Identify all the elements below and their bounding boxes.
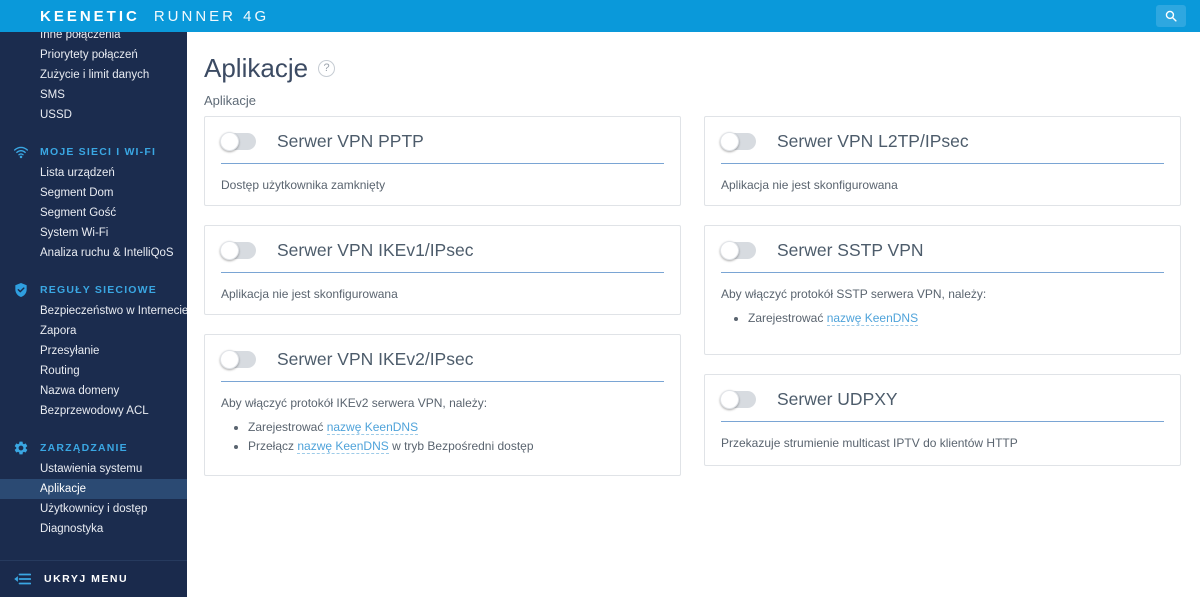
wifi-icon	[13, 144, 29, 160]
sidebar-item-ussd[interactable]: USSD	[0, 105, 187, 125]
help-icon[interactable]: ?	[318, 59, 336, 77]
card-header: Serwer SSTP VPN	[720, 240, 1164, 273]
sidebar-item-segment-dom[interactable]: Segment Dom	[0, 183, 187, 203]
card-description: Aplikacja nie jest skonfigurowana	[221, 287, 398, 301]
card-serwer-vpn-ikev1: Serwer VPN IKEv1/IPsec Aplikacja nie jes…	[204, 225, 681, 315]
hide-menu-button[interactable]: UKRYJ MENU	[0, 560, 187, 597]
card-serwer-sstp-vpn: Serwer SSTP VPN Aby włączyć protokół SST…	[704, 225, 1181, 355]
toggle-knob	[220, 241, 239, 260]
sidebar-section-zarzadzanie: ZARZĄDZANIE	[0, 437, 187, 459]
sidebar-item-inne-polaczenia[interactable]: Inne połączenia	[0, 32, 187, 45]
sidebar-item-analiza-ruchu[interactable]: Analiza ruchu & IntelliQoS	[0, 243, 187, 263]
sidebar-item-zuzycie-i-limit-danych[interactable]: Zużycie i limit danych	[0, 65, 187, 85]
cards-column-right: Serwer VPN L2TP/IPsec Aplikacja nie jest…	[704, 116, 1181, 476]
sidebar-item-routing[interactable]: Routing	[0, 361, 187, 381]
sidebar-section-label: MOJE SIECI I WI-FI	[40, 146, 157, 158]
card-description: Aplikacja nie jest skonfigurowana	[721, 178, 898, 192]
sidebar-item-zapora[interactable]: Zapora	[0, 321, 187, 341]
topbar: KEENETIC RUNNER 4G	[0, 0, 1200, 32]
card-serwer-udpxy: Serwer UDPXY Przekazuje strumienie multi…	[704, 374, 1181, 466]
card-title: Serwer VPN IKEv1/IPsec	[277, 240, 474, 260]
card-serwer-vpn-pptp: Serwer VPN PPTP Dostęp użytkownika zamkn…	[204, 116, 681, 206]
card-description: Przekazuje strumienie multicast IPTV do …	[721, 436, 1018, 450]
sidebar-item-segment-gosc[interactable]: Segment Gość	[0, 203, 187, 223]
card-intro: Aby włączyć protokół SSTP serwera VPN, n…	[721, 287, 987, 301]
sidebar-item-system-wifi[interactable]: System Wi-Fi	[0, 223, 187, 243]
list-item-text: Przełącz	[248, 439, 298, 453]
sidebar-nav: Inne połączenia Priorytety połączeń Zuży…	[0, 32, 187, 560]
toggle-knob	[220, 350, 239, 369]
card-title: Serwer VPN L2TP/IPsec	[777, 131, 969, 151]
card-title: Serwer VPN IKEv2/IPsec	[277, 349, 474, 369]
page-head: Aplikacje ?	[204, 52, 1181, 84]
cards-grid: Serwer VPN PPTP Dostęp użytkownika zamkn…	[204, 116, 1181, 476]
keendns-link[interactable]: nazwę KeenDNS	[326, 420, 419, 435]
toggle-switch-pptp[interactable]	[220, 132, 256, 151]
toggle-switch-sstp[interactable]	[720, 241, 756, 260]
card-description: Dostęp użytkownika zamknięty	[221, 178, 386, 192]
sidebar-item-przesylanie[interactable]: Przesyłanie	[0, 341, 187, 361]
card-requirements-list: Zarejestrować nazwę KeenDNS Przełącz naz…	[221, 418, 664, 456]
search-button[interactable]	[1156, 5, 1186, 27]
sidebar-item-diagnostyka[interactable]: Diagnostyka	[0, 519, 187, 539]
card-requirements-list: Zarejestrować nazwę KeenDNS	[721, 309, 1164, 328]
gear-icon	[13, 440, 29, 456]
sidebar-section-label: REGUŁY SIECIOWE	[40, 284, 157, 296]
cards-column-left: Serwer VPN PPTP Dostęp użytkownika zamkn…	[204, 116, 681, 476]
sidebar: Inne połączenia Priorytety połączeń Zuży…	[0, 32, 187, 597]
main-content: Aplikacje ? Aplikacje Serwer VPN PPTP Do…	[187, 32, 1200, 597]
sidebar-item-lista-urzadzen[interactable]: Lista urządzeń	[0, 163, 187, 183]
card-title: Serwer SSTP VPN	[777, 240, 924, 260]
list-item: Przełącz nazwę KeenDNS w tryb Bezpośredn…	[248, 437, 664, 456]
keendns-link[interactable]: nazwę KeenDNS	[826, 311, 919, 326]
page-title: Aplikacje	[204, 53, 309, 83]
sidebar-item-bezprzewodowy-acl[interactable]: Bezprzewodowy ACL	[0, 401, 187, 421]
sidebar-item-uzytkownicy-i-dostep[interactable]: Użytkownicy i dostęp	[0, 499, 187, 519]
sidebar-section-label: ZARZĄDZANIE	[40, 442, 128, 454]
toggle-switch-ikev2[interactable]	[220, 350, 256, 369]
list-item: Zarejestrować nazwę KeenDNS	[748, 309, 1164, 328]
toggle-switch-udpxy[interactable]	[720, 390, 756, 409]
brand-keenetic: KEENETIC	[40, 7, 140, 25]
collapse-menu-icon	[13, 572, 31, 586]
list-item-text: Zarejestrować	[248, 420, 327, 434]
brand-model: RUNNER 4G	[153, 7, 270, 25]
toggle-knob	[720, 390, 739, 409]
toggle-knob	[720, 132, 739, 151]
card-title: Serwer VPN PPTP	[277, 131, 424, 151]
sidebar-item-sms[interactable]: SMS	[0, 85, 187, 105]
breadcrumb: Aplikacje	[204, 93, 257, 108]
sidebar-item-ustawienia-systemu[interactable]: Ustawienia systemu	[0, 459, 187, 479]
toggle-knob	[720, 241, 739, 260]
list-item-text: Zarejestrować	[748, 311, 827, 325]
sidebar-item-nazwa-domeny[interactable]: Nazwa domeny	[0, 381, 187, 401]
sidebar-item-priorytety-polaczen[interactable]: Priorytety połączeń	[0, 45, 187, 65]
search-icon	[1165, 10, 1177, 22]
list-item-text: w tryb Bezpośredni dostęp	[388, 439, 534, 453]
card-serwer-vpn-ikev2: Serwer VPN IKEv2/IPsec Aby włączyć proto…	[204, 334, 681, 476]
toggle-switch-ikev1[interactable]	[220, 241, 256, 260]
toggle-switch-l2tp[interactable]	[720, 132, 756, 151]
hide-menu-label: UKRYJ MENU	[44, 573, 129, 585]
toggle-knob	[220, 132, 239, 151]
card-title: Serwer UDPXY	[777, 389, 898, 409]
sidebar-item-aplikacje[interactable]: Aplikacje	[0, 479, 187, 499]
brand-logo: KEENETIC RUNNER 4G	[40, 8, 269, 25]
card-header: Serwer VPN IKEv1/IPsec	[220, 240, 664, 273]
list-item: Zarejestrować nazwę KeenDNS	[248, 418, 664, 437]
sidebar-item-bezpieczenstwo[interactable]: Bezpieczeństwo w Internecie	[0, 301, 187, 321]
shield-icon	[13, 282, 29, 298]
card-intro: Aby włączyć protokół IKEv2 serwera VPN, …	[221, 396, 488, 410]
card-header: Serwer VPN IKEv2/IPsec	[220, 349, 664, 382]
sidebar-section-moje-sieci: MOJE SIECI I WI-FI	[0, 141, 187, 163]
keendns-link[interactable]: nazwę KeenDNS	[297, 439, 389, 454]
card-header: Serwer VPN L2TP/IPsec	[720, 131, 1164, 164]
sidebar-section-reguly-sieciowe: REGUŁY SIECIOWE	[0, 279, 187, 301]
card-header: Serwer VPN PPTP	[220, 131, 664, 164]
card-serwer-vpn-l2tp: Serwer VPN L2TP/IPsec Aplikacja nie jest…	[704, 116, 1181, 206]
card-header: Serwer UDPXY	[720, 389, 1164, 422]
